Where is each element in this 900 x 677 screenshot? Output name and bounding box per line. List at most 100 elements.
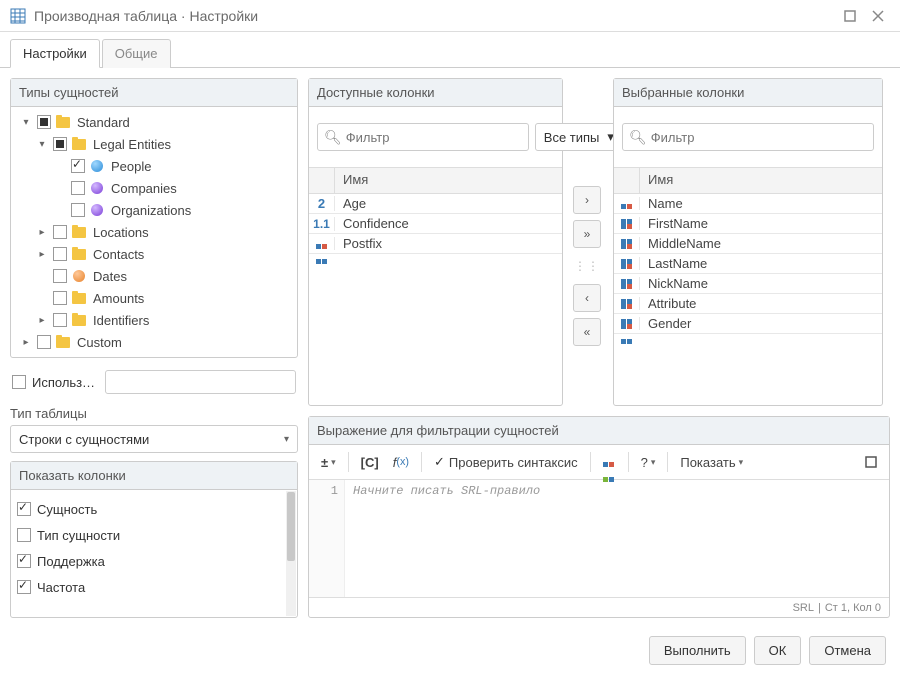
show-columns-panel: Показать колонки Сущность Тип сущности П… [10,461,298,618]
table-row[interactable]: LastName [614,254,882,274]
table-type-dropdown[interactable]: Строки с сущностями ▾ [10,425,298,453]
filter-input[interactable] [651,130,867,145]
grid-icon [603,456,616,469]
showcol-entity[interactable]: Сущность [15,496,293,522]
icon-col [614,168,640,193]
move-left-button[interactable]: ‹ [573,284,601,312]
checkbox[interactable] [71,203,85,217]
table-row[interactable]: FirstName [614,214,882,234]
checkbox[interactable] [17,554,31,568]
tree-companies[interactable]: Companies [11,177,297,199]
status-lang: SRL [793,602,814,614]
tree-contacts[interactable]: ▸ Contacts [11,243,297,265]
tree-organizations[interactable]: Organizations [11,199,297,221]
move-all-left-button[interactable]: « [573,318,601,346]
checkbox[interactable] [53,247,67,261]
checkbox[interactable] [53,225,67,239]
table-row[interactable]: Gender [614,314,882,334]
checkbox[interactable] [17,528,31,542]
showcol-frequency[interactable]: Частота [15,574,293,600]
spacer [35,291,49,305]
execute-button[interactable]: Выполнить [649,636,746,665]
expression-toolbar: ±▾ [C] f(x) ✓ Проверить синтаксис ?▾ Пок… [309,445,889,480]
collapse-icon[interactable]: ▾ [19,115,33,129]
available-panel: Доступные колонки 🔍︎ Все типы ▾ Имя [308,78,563,406]
label: Поддержка [37,554,105,569]
table-row[interactable]: Postfix [309,234,562,254]
move-all-right-button[interactable]: » [573,220,601,248]
expression-editor[interactable]: 1 Начните писать SRL-правило [309,480,889,597]
showcol-entity-type[interactable]: Тип сущности [15,522,293,548]
maximize-icon[interactable] [838,4,862,28]
filter-input[interactable] [346,130,522,145]
tree-label: Legal Entities [93,137,171,152]
name-col-header[interactable]: Имя [335,168,562,193]
label: Частота [37,580,85,595]
show-dropdown[interactable]: Показать ▾ [674,449,749,475]
bracket-button[interactable]: [C] [355,449,385,475]
checkbox[interactable] [37,335,51,349]
tree-custom[interactable]: ▸ Custom [11,331,297,353]
chevron-down-icon: ▾ [284,434,289,445]
function-button[interactable]: f(x) [387,449,415,475]
cell: FirstName [640,216,882,231]
checkbox[interactable] [17,580,31,594]
cancel-button[interactable]: Отмена [809,636,886,665]
expand-icon[interactable]: ▸ [19,335,33,349]
tree-legal-entities[interactable]: ▾ Legal Entities [11,133,297,155]
available-filter[interactable]: 🔍︎ [317,123,529,151]
tree-people[interactable]: People [11,155,297,177]
folder-icon [71,136,87,152]
checkbox[interactable] [37,115,51,129]
checkbox[interactable] [53,137,67,151]
table-row[interactable]: Name [614,194,882,214]
int-type-icon: 2 [318,196,325,211]
checkbox[interactable] [53,269,67,283]
tree-locations[interactable]: ▸ Locations [11,221,297,243]
checkbox[interactable] [71,159,85,173]
tree-amounts[interactable]: Amounts [11,287,297,309]
collapse-icon[interactable]: ▾ [35,137,49,151]
tree-label: Amounts [93,291,144,306]
table-row[interactable]: 2 Age [309,194,562,214]
scrollbar-thumb[interactable] [287,492,295,561]
ok-button[interactable]: ОК [754,636,802,665]
table-row[interactable]: MiddleName [614,234,882,254]
template-input[interactable] [105,370,296,394]
table-row[interactable]: Attribute [614,294,882,314]
scrollbar[interactable] [286,491,296,616]
code-area[interactable]: Начните писать SRL-правило [345,480,889,597]
checkbox[interactable] [17,502,31,516]
use-template-checkbox[interactable] [12,375,26,389]
tree-label: Dates [93,269,127,284]
showcol-support[interactable]: Поддержка [15,548,293,574]
show-columns-header: Показать колонки [11,462,297,490]
table-row[interactable]: 1.1 Confidence [309,214,562,234]
folder-icon [55,114,71,130]
tree-standard[interactable]: ▾ Standard [11,111,297,133]
move-right-button[interactable]: › [573,186,601,214]
expand-icon[interactable]: ▸ [35,225,49,239]
selected-filter[interactable]: 🔍︎ [622,123,874,151]
entity-types-body: ▾ Standard ▾ Legal Entities [11,107,297,357]
checkbox[interactable] [53,291,67,305]
content: Типы сущностей ▾ Standard ▾ Legal Entiti… [0,68,900,628]
name-col-header[interactable]: Имя [640,168,882,193]
table-row[interactable]: NickName [614,274,882,294]
tree-identifiers[interactable]: ▸ Identifiers [11,309,297,331]
tree-dates[interactable]: Dates [11,265,297,287]
expand-icon[interactable]: ▸ [35,313,49,327]
close-icon[interactable] [866,4,890,28]
tab-general[interactable]: Общие [102,39,171,68]
checkbox[interactable] [71,181,85,195]
table-head: Имя [614,168,882,194]
help-button[interactable]: ?▾ [635,449,662,475]
fullscreen-button[interactable] [859,449,883,475]
checkbox[interactable] [53,313,67,327]
tab-settings[interactable]: Настройки [10,39,100,68]
expand-icon[interactable]: ▸ [35,247,49,261]
grid-button[interactable] [597,449,622,475]
cell: Postfix [335,236,562,251]
plus-minus-button[interactable]: ±▾ [315,449,342,475]
check-syntax-button[interactable]: ✓ Проверить синтаксис [428,449,584,475]
